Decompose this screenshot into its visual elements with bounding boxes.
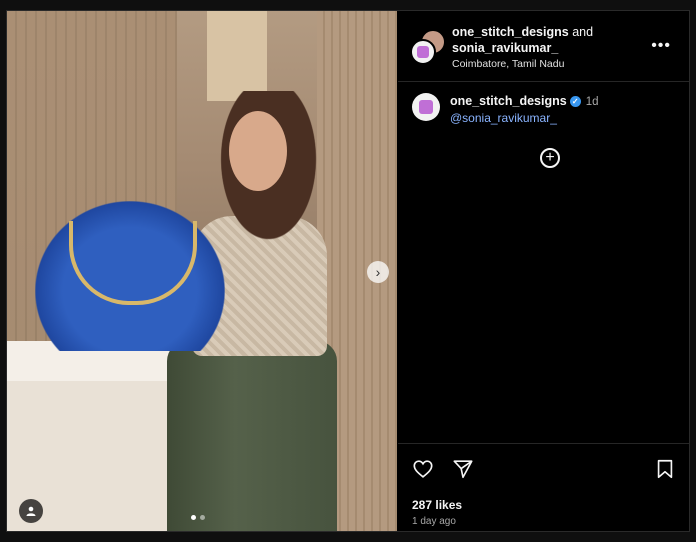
caption-time: 1d [585,96,599,108]
carousel-dot [200,515,205,520]
post-modal: › one_stitch_designs and sonia_ravikumar… [6,10,690,532]
more-horizontal-icon: ••• [651,37,671,54]
bookmark-icon[interactable] [654,458,676,480]
background-light [207,11,267,101]
send-icon[interactable] [452,458,474,480]
and-text: and [572,25,594,39]
plus-circle-icon: + [545,149,555,166]
caption-user-line: one_stitch_designs ✓ 1d [450,94,599,108]
tagged-users-button[interactable] [19,499,43,523]
carousel-next-button[interactable]: › [367,261,389,283]
author-username[interactable]: one_stitch_designs [452,25,569,39]
post-location[interactable]: Coimbatore, Tamil Nadu [452,58,564,70]
verified-badge-icon: ✓ [569,96,581,108]
person-face [229,111,287,191]
brand-logo-icon [417,46,429,58]
heart-icon[interactable] [412,458,434,480]
user-tag-icon [26,506,36,516]
caption-username[interactable]: one_stitch_designs [450,94,567,108]
collaborator-username[interactable]: sonia_ravikumar_ [452,41,558,55]
carousel-indicator [191,515,205,520]
likes-count[interactable]: 287 likes [412,498,462,512]
brand-logo-icon [419,100,433,114]
caption-avatar[interactable] [412,93,440,121]
header-author-line: one_stitch_designs and [452,25,593,39]
carousel-dot-active [191,515,196,520]
person-skirt [167,341,337,531]
post-actions: 287 likes 1 day ago [398,443,689,532]
author-avatar [410,39,436,65]
load-more-comments-button[interactable]: + [540,148,560,168]
chevron-right-icon: › [375,264,381,280]
post-details-panel: one_stitch_designs and sonia_ravikumar_ … [398,11,689,531]
collab-avatars[interactable] [410,29,446,65]
post-timestamp: 1 day ago [412,516,456,527]
post-header: one_stitch_designs and sonia_ravikumar_ … [398,11,689,82]
caption-mention-link[interactable]: @sonia_ravikumar_ [450,111,557,125]
post-image[interactable]: › [7,11,397,531]
more-options-button[interactable]: ••• [651,37,671,55]
